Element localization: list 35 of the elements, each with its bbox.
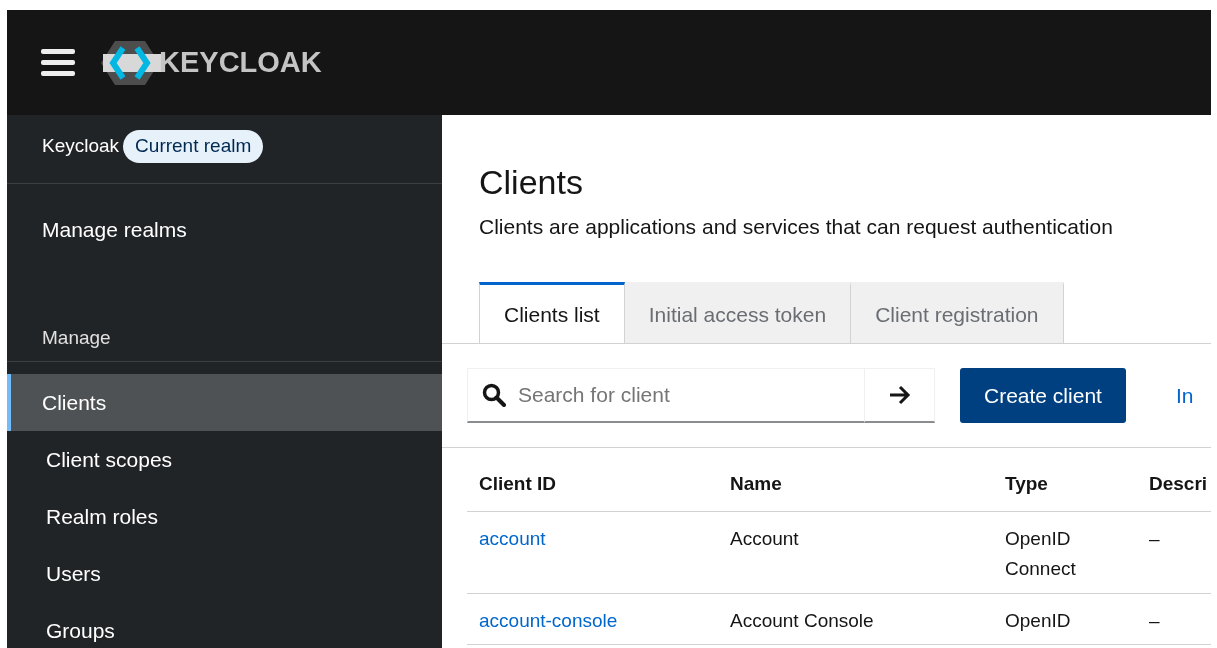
table-cell: – <box>1137 593 1211 645</box>
tab[interactable]: Clients list <box>479 282 625 344</box>
tab[interactable]: Initial access token <box>624 282 852 344</box>
client-link[interactable]: account <box>479 527 546 549</box>
page-title: Clients <box>479 162 584 203</box>
tab[interactable]: Client registration <box>851 282 1064 344</box>
column-header: Type <box>993 448 1137 512</box>
create-button[interactable]: Create client <box>960 368 1126 424</box>
table-cell: Account <box>718 511 993 594</box>
section-label: Manage <box>42 327 111 348</box>
realm-name: Keycloak <box>42 134 120 158</box>
table-cell: OpenID <box>993 593 1137 645</box>
nav-item[interactable]: Realm roles <box>7 488 442 545</box>
column-header: Client ID <box>467 448 718 512</box>
table-cell: OpenID Connect <box>993 511 1137 594</box>
page-description: Clients are applications and services that can request authentication <box>479 213 1114 240</box>
search-button[interactable] <box>864 368 935 424</box>
column-header: Name <box>718 448 993 512</box>
column-header: Descri <box>1137 448 1211 512</box>
logo-text: KEYCLOAK <box>159 44 322 80</box>
realm-badge: Current realm <box>123 130 264 163</box>
nav-item[interactable]: Clients <box>7 374 442 431</box>
search-icon <box>482 383 506 408</box>
nav-link[interactable]: Manage realms <box>42 218 187 241</box>
link[interactable]: In <box>1175 380 1194 412</box>
menu-icon[interactable] <box>41 48 75 77</box>
logo-icon <box>101 39 163 86</box>
nav-item[interactable]: Client scopes <box>7 431 442 488</box>
nav-item[interactable]: Users <box>7 545 442 602</box>
search-field[interactable]: Search for client <box>467 368 864 424</box>
client-link[interactable]: account-console <box>479 609 618 631</box>
arrow-right-icon <box>888 385 911 406</box>
table-cell: Account Console <box>718 593 993 645</box>
nav-item[interactable]: Groups <box>7 602 442 648</box>
table-cell: – <box>1137 511 1211 594</box>
